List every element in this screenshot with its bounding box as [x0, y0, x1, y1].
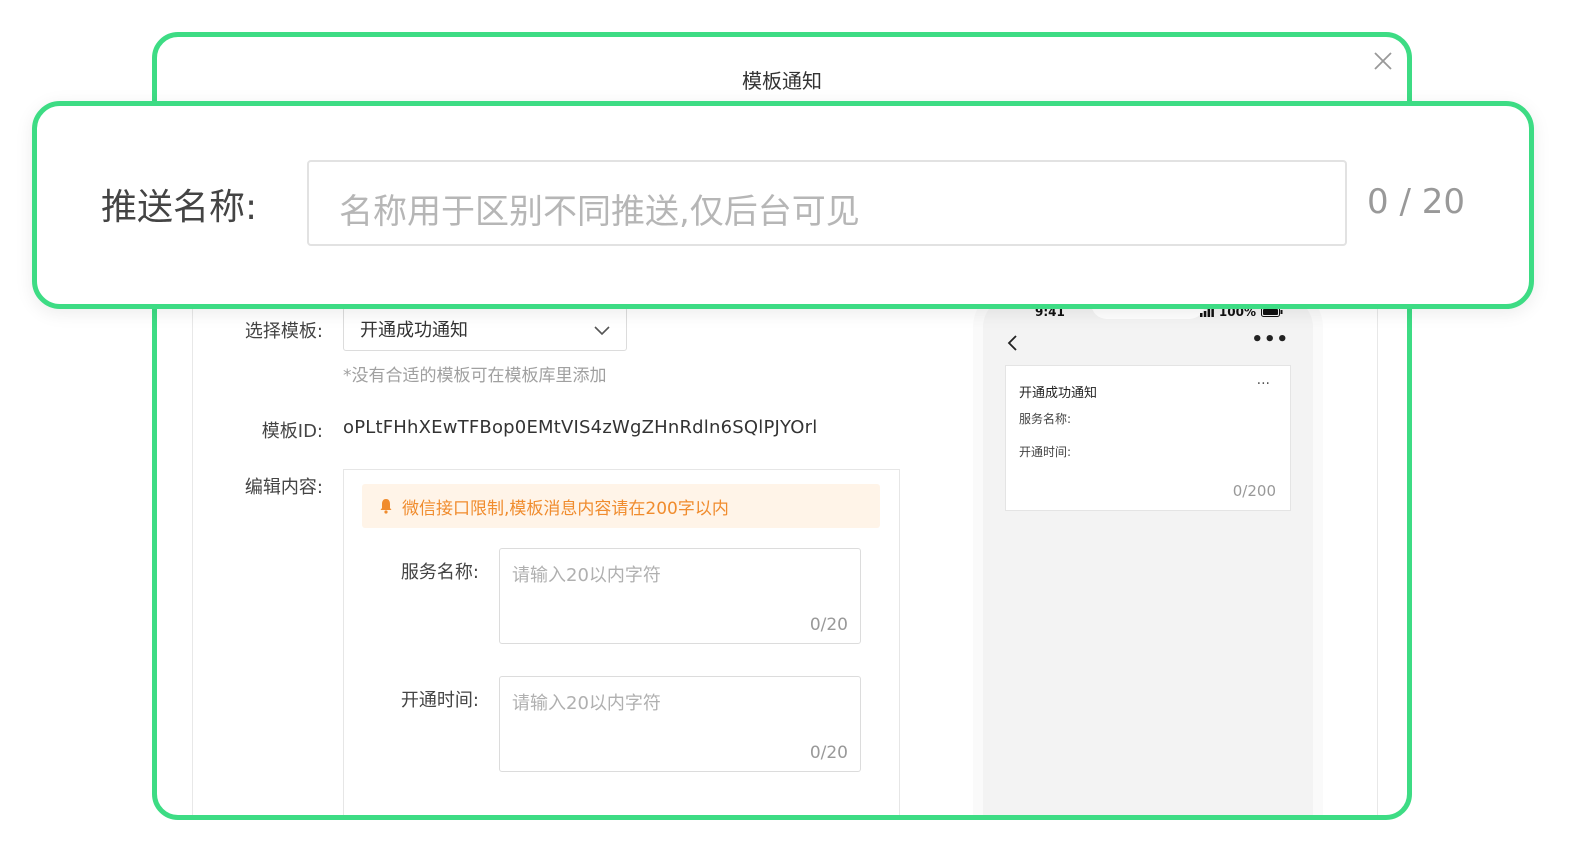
modal-title: 模板通知	[742, 69, 822, 93]
preview-card-title: 开通成功通知	[1019, 386, 1098, 401]
warning-bar: 微信接口限制,模板消息内容请在200字以内	[362, 484, 880, 528]
close-button[interactable]	[1369, 47, 1397, 75]
service-name-label: 服务名称:	[400, 562, 479, 583]
back-arrow-icon[interactable]	[1005, 333, 1021, 353]
service-name-input[interactable]: 请输入20以内字符 0/20	[499, 548, 861, 644]
template-id-value: oPLtFHhXEwTFBop0EMtVIS4zWgZHnRdln6SQlPJY…	[343, 417, 818, 438]
edit-content-label: 编辑内容:	[244, 477, 323, 498]
open-time-placeholder: 请输入20以内字符	[512, 693, 661, 714]
more-options-icon[interactable]: •••	[1251, 329, 1289, 350]
template-select[interactable]: 开通成功通知	[343, 307, 627, 351]
editor-box: 微信接口限制,模板消息内容请在200字以内 服务名称: 请输入20以内字符 0/…	[343, 469, 900, 815]
open-time-count: 0/20	[809, 743, 848, 763]
message-preview-card: 开通成功通知 ··· 服务名称: 开通时间: 0/200	[1005, 365, 1291, 511]
select-template-label: 选择模板:	[244, 321, 323, 342]
service-name-count: 0/20	[809, 615, 848, 635]
template-id-label: 模板ID:	[261, 421, 323, 442]
content-panel: 选择模板: 开通成功通知 *没有合适的模板可在模板库里添加 模板ID: oPLt…	[192, 297, 1378, 815]
open-time-label: 开通时间:	[400, 690, 479, 711]
service-name-placeholder: 请输入20以内字符	[512, 565, 661, 586]
warning-text: 微信接口限制,模板消息内容请在200字以内	[402, 498, 729, 519]
preview-field-time: 开通时间:	[1019, 445, 1072, 459]
push-name-placeholder: 名称用于区别不同推送,仅后台可见	[339, 192, 860, 232]
chevron-down-icon	[594, 326, 610, 336]
open-time-input[interactable]: 请输入20以内字符 0/20	[499, 676, 861, 772]
card-more-icon: ···	[1256, 376, 1270, 392]
push-name-input[interactable]: 名称用于区别不同推送,仅后台可见	[307, 160, 1347, 246]
push-name-callout: 推送名称: 名称用于区别不同推送,仅后台可见 0 / 20	[32, 101, 1534, 309]
bell-icon	[380, 499, 392, 514]
preview-field-service: 服务名称:	[1019, 412, 1072, 426]
push-name-label: 推送名称:	[101, 187, 258, 228]
template-select-value: 开通成功通知	[360, 320, 468, 341]
template-hint: *没有合适的模板可在模板库里添加	[343, 366, 607, 386]
close-icon	[1374, 52, 1392, 70]
phone-preview: 9:41 100% ••• 开通成功通知 ··· 服务名称: 开通时间: 0/2…	[983, 297, 1313, 815]
push-name-count: 0 / 20	[1367, 182, 1465, 222]
preview-count: 0/200	[1232, 482, 1276, 500]
